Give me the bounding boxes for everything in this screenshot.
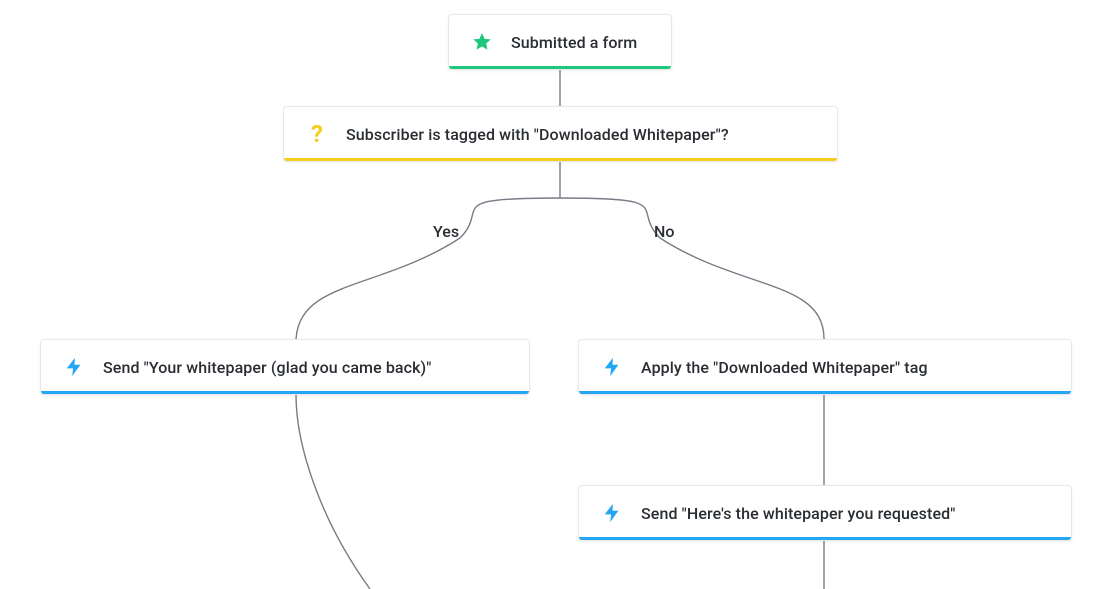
- action-label: Apply the "Downloaded Whitepaper" tag: [641, 358, 928, 377]
- bolt-icon: [63, 356, 85, 378]
- trigger-label: Submitted a form: [511, 33, 637, 52]
- star-icon: [471, 31, 493, 53]
- trigger-node[interactable]: Submitted a form: [448, 14, 672, 70]
- accent-bar: [579, 537, 1071, 540]
- action-label: Send "Here's the whitepaper you requeste…: [641, 504, 955, 523]
- accent-bar: [284, 158, 837, 161]
- branch-label-yes: Yes: [433, 222, 459, 241]
- question-icon: ?: [306, 123, 328, 145]
- action-node-send-requested[interactable]: Send "Here's the whitepaper you requeste…: [578, 485, 1072, 541]
- bolt-icon: [601, 356, 623, 378]
- accent-bar: [449, 66, 671, 69]
- action-node-apply-tag[interactable]: Apply the "Downloaded Whitepaper" tag: [578, 339, 1072, 395]
- accent-bar: [41, 391, 529, 394]
- branch-label-no: No: [654, 222, 674, 241]
- action-label: Send "Your whitepaper (glad you came bac…: [103, 358, 431, 377]
- accent-bar: [579, 391, 1071, 394]
- condition-label: Subscriber is tagged with "Downloaded Wh…: [346, 125, 729, 144]
- action-node-send-returning[interactable]: Send "Your whitepaper (glad you came bac…: [40, 339, 530, 395]
- condition-node[interactable]: ? Subscriber is tagged with "Downloaded …: [283, 106, 838, 162]
- bolt-icon: [601, 502, 623, 524]
